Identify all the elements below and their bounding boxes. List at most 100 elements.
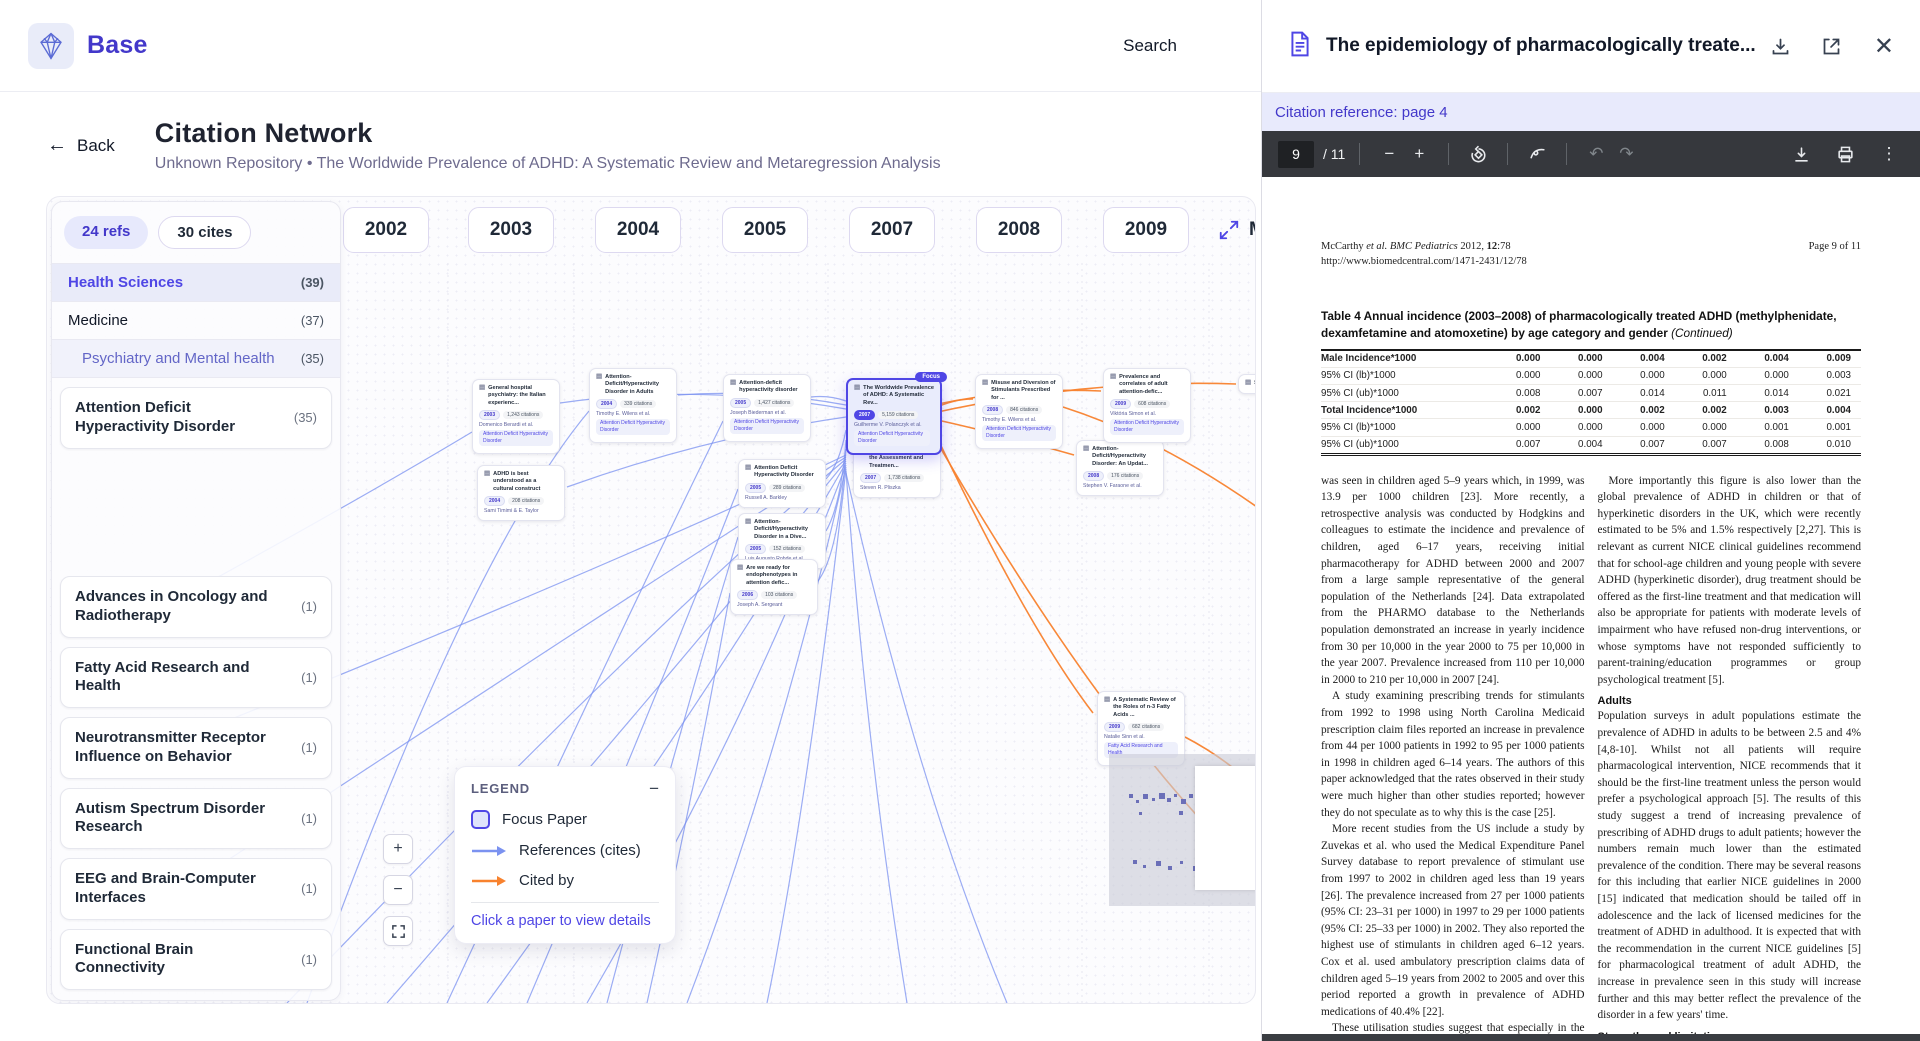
paper-title-text: General hospital psychiatry: the Italian… xyxy=(488,385,553,407)
paper-node[interactable]: ▤Attention-deficit hyperactivity disorde… xyxy=(723,374,811,442)
sidebar-item-primary-topic[interactable]: Attention Deficit Hyperactivity Disorder… xyxy=(60,387,332,449)
paper-title: ▤Attention Deficit Hyperactivity Disorde… xyxy=(745,465,819,480)
year-column-header[interactable]: 2005 xyxy=(722,207,808,253)
legend-collapse-button[interactable]: − xyxy=(649,780,659,797)
citation-network-app: Base Search ← Back Citation Network Unkn… xyxy=(0,0,1261,1041)
paper-node[interactable]: ▤Are we ready for endophenotypes in atte… xyxy=(730,559,818,615)
table-row: 95% CI (lb)*10000.0000.0000.0000.0000.00… xyxy=(1321,367,1861,384)
minimap-dot xyxy=(1156,861,1161,866)
paper-node[interactable]: ▤Social a... xyxy=(1238,374,1256,394)
minimap-dot xyxy=(1168,866,1172,870)
search-button[interactable]: Search xyxy=(1123,36,1177,56)
brand-name[interactable]: Base xyxy=(87,31,148,60)
legend-item: Focus Paper xyxy=(471,810,659,829)
year-column-header[interactable]: 2008 xyxy=(976,207,1062,253)
sidebar-category-row[interactable]: Health Sciences(39) xyxy=(52,263,340,301)
paper-doc-icon: ▤ xyxy=(596,374,602,396)
zoom-out-page-icon[interactable]: − xyxy=(1374,139,1404,169)
expand-graph-button[interactable] xyxy=(1214,215,1244,245)
year-column-header[interactable]: 2007 xyxy=(849,207,935,253)
minimap[interactable] xyxy=(1109,754,1256,906)
zoom-out-button[interactable]: − xyxy=(383,875,413,905)
row-value: 0.008 xyxy=(1488,384,1550,401)
sidebar-item-topic[interactable]: Functional Brain Connectivity(1) xyxy=(60,929,332,991)
brand-logo-icon[interactable] xyxy=(28,23,74,69)
row-value: 0.008 xyxy=(1737,436,1799,454)
download-pdf-icon[interactable] xyxy=(1786,139,1816,169)
paper-node[interactable]: ▤General hospital psychiatry: the Italia… xyxy=(472,379,560,454)
row-value: 0.004 xyxy=(1737,350,1799,368)
download-document-icon[interactable] xyxy=(1770,36,1791,57)
legend-item-label: Focus Paper xyxy=(502,811,587,828)
paper-pills: 2005152 citations xyxy=(745,544,819,554)
minimap-dot xyxy=(1133,860,1137,864)
tab-24-refs[interactable]: 24 refs xyxy=(64,216,148,249)
minimap-dot xyxy=(1174,794,1177,797)
more-options-icon[interactable]: ⋮ xyxy=(1874,139,1904,169)
paper-node[interactable]: ▤Attention-Deficit/Hyperactivity Disorde… xyxy=(589,368,677,443)
page-number-input[interactable]: 9 xyxy=(1278,141,1314,168)
category-label: Medicine xyxy=(68,312,128,329)
tab-30-cites[interactable]: 30 cites xyxy=(158,216,251,249)
topic-count: (1) xyxy=(301,811,317,826)
sidebar-item-topic[interactable]: Neurotransmitter Receptor Influence on B… xyxy=(60,717,332,779)
paper-year-pill: 2005 xyxy=(745,483,766,493)
row-value: 0.007 xyxy=(1675,436,1737,454)
paper-citations: 608 citations xyxy=(1134,400,1170,408)
focus-paper-node[interactable]: Focus▤The Worldwide Prevalence of ADHD: … xyxy=(846,378,942,455)
sidebar-item-topic[interactable]: Advances in Oncology and Radiotherapy(1) xyxy=(60,576,332,638)
legend-hint-link[interactable]: Click a paper to view details xyxy=(471,913,659,929)
references-arrow-icon xyxy=(471,845,507,857)
body-paragraph: was seen in children aged 5–9 years whic… xyxy=(1321,473,1585,689)
zoom-in-button[interactable]: + xyxy=(383,834,413,864)
zoom-in-page-icon[interactable]: + xyxy=(1404,139,1434,169)
paper-citations: 103 citations xyxy=(761,591,797,599)
paper-title-text: The Worldwide Prevalence of ADHD: A Syst… xyxy=(863,385,934,407)
paper-node[interactable]: ▤Misuse and Diversion of Stimulants Pres… xyxy=(975,374,1063,449)
minimap-dot xyxy=(1143,865,1146,868)
sidebar-item-topic[interactable]: EEG and Brain-Computer Interfaces(1) xyxy=(60,858,332,920)
minimap-dot xyxy=(1136,800,1139,803)
topic-label: Neurotransmitter Receptor Influence on B… xyxy=(75,729,285,767)
paper-authors: Joseph A. Sergeant xyxy=(737,602,811,608)
sidebar-category-row[interactable]: Medicine(37) xyxy=(52,301,340,339)
minimap-viewport[interactable] xyxy=(1195,766,1256,890)
citation-network-canvas[interactable]: 2002200320042005200720082009 M ▤General … xyxy=(46,196,1256,1004)
row-value: 0.014 xyxy=(1737,384,1799,401)
topic-label: Attention Deficit Hyperactivity Disorder xyxy=(75,399,285,437)
fit-view-button[interactable] xyxy=(383,916,413,946)
year-column-header[interactable]: 2003 xyxy=(468,207,554,253)
topic-count: (1) xyxy=(301,881,317,896)
paper-node[interactable]: ▤Attention Deficit Hyperactivity Disorde… xyxy=(738,459,826,508)
undo-icon[interactable]: ↶ xyxy=(1581,139,1611,169)
rotate-page-icon[interactable] xyxy=(1463,139,1493,169)
close-panel-icon[interactable]: ✕ xyxy=(1874,32,1894,61)
body-paragraph: A study examining prescribing trends for… xyxy=(1321,688,1585,821)
paper-pills: 20051,427 citations xyxy=(730,398,804,408)
year-column-header[interactable]: 2002 xyxy=(343,207,429,253)
legend-title: LEGEND xyxy=(471,781,530,796)
paper-authors: Stephen V. Faraone et al. xyxy=(1083,483,1157,489)
table-caption: Table 4 Annual incidence (2003–2008) of … xyxy=(1321,308,1861,342)
sidebar-item-topic[interactable]: Autism Spectrum Disorder Research(1) xyxy=(60,788,332,850)
year-column-header[interactable]: 2009 xyxy=(1103,207,1189,253)
sidebar-category-row[interactable]: Psychiatry and Mental health(35) xyxy=(52,339,340,378)
paper-node[interactable]: ▤ADHD is best understood as a cultural c… xyxy=(477,465,565,521)
minimap-dot xyxy=(1167,798,1171,802)
row-value: 0.000 xyxy=(1488,419,1550,436)
paper-year-pill: 2009 xyxy=(1110,399,1131,409)
paper-node[interactable]: ▤Prevalence and correlates of adult atte… xyxy=(1103,368,1191,443)
minimap-dot xyxy=(1189,794,1193,798)
open-external-icon[interactable] xyxy=(1821,36,1842,57)
paper-title: ▤Attention-Deficit/Hyperactivity Disorde… xyxy=(596,374,670,396)
sidebar-item-topic[interactable]: Fatty Acid Research and Health(1) xyxy=(60,647,332,709)
annotate-icon[interactable] xyxy=(1522,139,1552,169)
print-icon[interactable] xyxy=(1830,139,1860,169)
back-button[interactable]: ← Back xyxy=(47,134,115,157)
paper-title: ▤ADHD is best understood as a cultural c… xyxy=(484,471,558,493)
year-column-header[interactable]: 2004 xyxy=(595,207,681,253)
paper-citations: 339 citations xyxy=(620,400,656,408)
paper-node[interactable]: ▤Attention-Deficit/Hyperactivity Disorde… xyxy=(1076,440,1164,496)
redo-icon[interactable]: ↷ xyxy=(1611,139,1641,169)
category-count: (39) xyxy=(301,275,324,290)
